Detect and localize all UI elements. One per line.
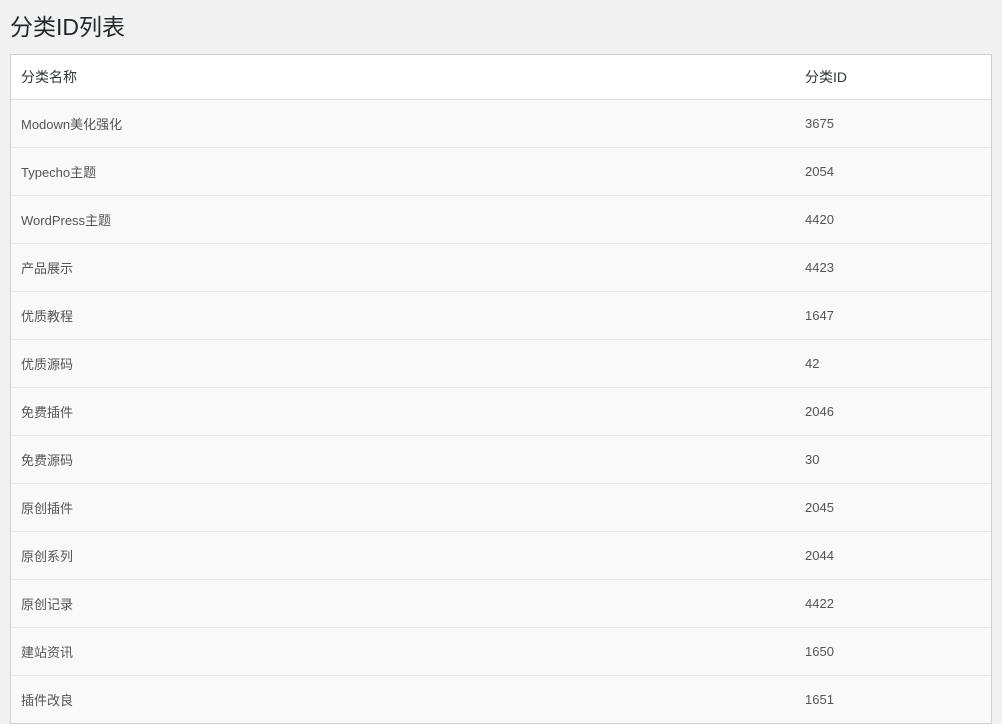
cell-category-id: 30 bbox=[795, 436, 991, 484]
cell-category-name: 原创插件 bbox=[11, 484, 795, 532]
table-row: WordPress主题4420 bbox=[11, 196, 991, 244]
category-id-table: 分类名称 分类ID Modown美化强化3675Typecho主题2054Wor… bbox=[10, 54, 992, 724]
cell-category-id: 2046 bbox=[795, 388, 991, 436]
page-title: 分类ID列表 bbox=[10, 0, 992, 54]
cell-category-id: 42 bbox=[795, 340, 991, 388]
cell-category-id: 3675 bbox=[795, 100, 991, 148]
cell-category-name: 免费插件 bbox=[11, 388, 795, 436]
table-row: 原创记录4422 bbox=[11, 580, 991, 628]
table-row: 原创系列2044 bbox=[11, 532, 991, 580]
cell-category-name: 优质源码 bbox=[11, 340, 795, 388]
cell-category-name: Modown美化强化 bbox=[11, 100, 795, 148]
table-row: 免费插件2046 bbox=[11, 388, 991, 436]
cell-category-id: 2045 bbox=[795, 484, 991, 532]
cell-category-name: WordPress主题 bbox=[11, 196, 795, 244]
table-row: 建站资讯1650 bbox=[11, 628, 991, 676]
cell-category-name: 插件改良 bbox=[11, 676, 795, 724]
column-header-id: 分类ID bbox=[795, 55, 991, 100]
cell-category-name: 原创系列 bbox=[11, 532, 795, 580]
cell-category-name: 免费源码 bbox=[11, 436, 795, 484]
cell-category-id: 2044 bbox=[795, 532, 991, 580]
table-row: Modown美化强化3675 bbox=[11, 100, 991, 148]
table-row: 产品展示4423 bbox=[11, 244, 991, 292]
cell-category-name: 优质教程 bbox=[11, 292, 795, 340]
table-header-row: 分类名称 分类ID bbox=[11, 55, 991, 100]
cell-category-id: 2054 bbox=[795, 148, 991, 196]
cell-category-name: 建站资讯 bbox=[11, 628, 795, 676]
cell-category-name: 原创记录 bbox=[11, 580, 795, 628]
cell-category-id: 1650 bbox=[795, 628, 991, 676]
table-row: 优质教程1647 bbox=[11, 292, 991, 340]
cell-category-id: 4420 bbox=[795, 196, 991, 244]
cell-category-id: 4422 bbox=[795, 580, 991, 628]
cell-category-id: 4423 bbox=[795, 244, 991, 292]
cell-category-name: 产品展示 bbox=[11, 244, 795, 292]
table-row: Typecho主题2054 bbox=[11, 148, 991, 196]
table-row: 优质源码42 bbox=[11, 340, 991, 388]
cell-category-id: 1651 bbox=[795, 676, 991, 724]
cell-category-id: 1647 bbox=[795, 292, 991, 340]
table-row: 免费源码30 bbox=[11, 436, 991, 484]
table-row: 插件改良1651 bbox=[11, 676, 991, 724]
table-row: 原创插件2045 bbox=[11, 484, 991, 532]
cell-category-name: Typecho主题 bbox=[11, 148, 795, 196]
column-header-name: 分类名称 bbox=[11, 55, 795, 100]
